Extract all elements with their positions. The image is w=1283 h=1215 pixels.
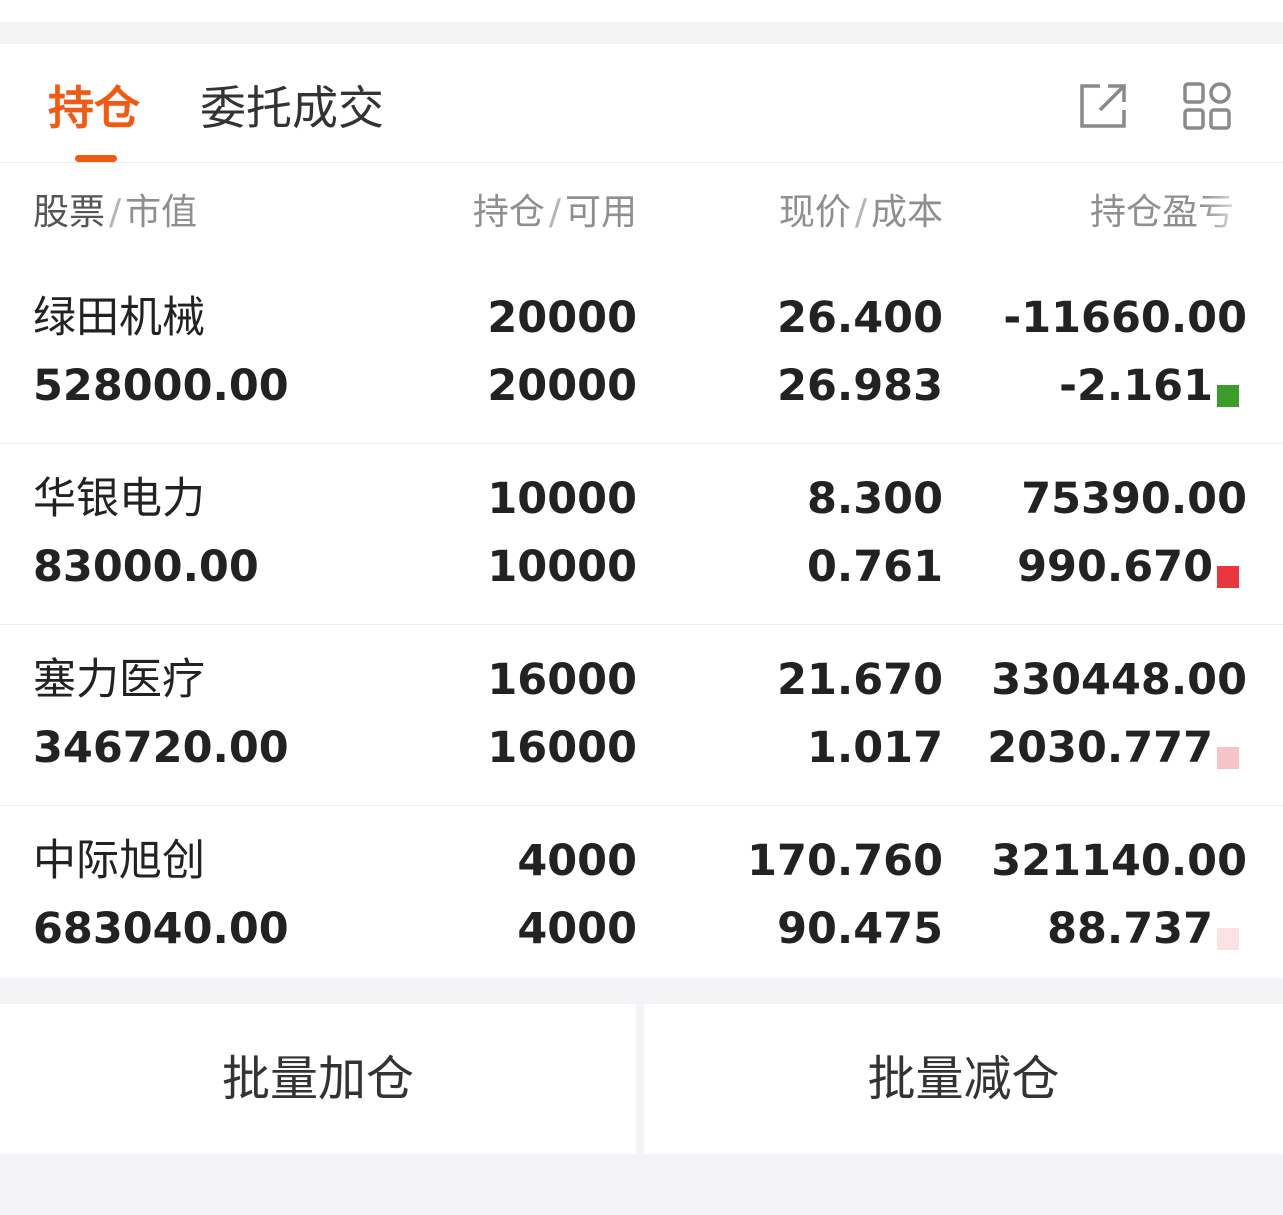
column-price-secondary: 成本	[870, 192, 943, 233]
holdings-panel: 持仓 委托成交 股票 / 市值 持仓 / 可用 现价 / 成本 持仓盈亏 绿田机…	[0, 44, 1283, 978]
column-separator: /	[854, 192, 867, 233]
holding-row[interactable]: 塞力医疗 346720.00 16000 16000 21.670 1.017 …	[0, 625, 1283, 806]
available-qty: 4000	[517, 904, 637, 954]
batch-action-bar: 批量加仓 批量减仓	[0, 1004, 1283, 1154]
holdings-page: 持仓 委托成交 股票 / 市值 持仓 / 可用 现价 / 成本 持仓盈亏 绿田机…	[0, 0, 1283, 1215]
current-price: 21.670	[777, 655, 943, 705]
batch-add-button[interactable]: 批量加仓	[0, 1004, 636, 1154]
stock-name: 中际旭创	[33, 836, 205, 886]
tab-orders-trades[interactable]: 委托成交	[200, 78, 384, 138]
pnl-percent: 88.737	[1047, 904, 1213, 954]
cost-price: 1.017	[806, 723, 943, 773]
grid-icon-glyph	[1183, 82, 1231, 130]
batch-reduce-button[interactable]: 批量减仓	[644, 1004, 1283, 1154]
position-qty: 20000	[487, 293, 637, 343]
available-qty: 10000	[487, 542, 637, 592]
column-price[interactable]: 现价 / 成本	[779, 191, 943, 235]
pnl-percent: 2030.777	[987, 723, 1213, 773]
current-price: 170.760	[747, 836, 943, 886]
share-icon-glyph	[1080, 84, 1126, 128]
column-pnl-label: 持仓盈亏	[1090, 192, 1235, 233]
column-stock-secondary: 市值	[125, 192, 198, 233]
available-qty: 20000	[487, 361, 637, 411]
position-qty: 10000	[487, 474, 637, 524]
column-stock[interactable]: 股票 / 市值	[33, 191, 197, 235]
stock-name: 塞力医疗	[33, 655, 205, 705]
current-price: 8.300	[806, 474, 943, 524]
holding-row[interactable]: 华银电力 83000.00 10000 10000 8.300 0.761 75…	[0, 444, 1283, 625]
position-pnl: 321140.00	[991, 836, 1247, 886]
column-position-primary: 持仓	[472, 192, 545, 233]
cost-price: 26.983	[777, 361, 943, 411]
position-pnl: -11660.00	[1003, 293, 1247, 343]
gain-marker-icon	[1217, 747, 1239, 769]
gain-marker-icon	[1217, 566, 1239, 588]
stock-name: 华银电力	[33, 474, 205, 524]
column-position-secondary: 可用	[564, 192, 637, 233]
tab-bar: 持仓 委托成交	[0, 44, 1283, 163]
market-value: 683040.00	[33, 904, 289, 954]
market-value: 528000.00	[33, 361, 289, 411]
column-pnl[interactable]: 持仓盈亏	[1090, 191, 1250, 235]
position-pnl: 330448.00	[991, 655, 1247, 705]
active-tab-indicator	[75, 155, 117, 162]
market-value: 346720.00	[33, 723, 289, 773]
column-price-primary: 现价	[778, 192, 851, 233]
position-qty: 4000	[517, 836, 637, 886]
tab-holdings[interactable]: 持仓	[48, 78, 140, 138]
available-qty: 16000	[487, 723, 637, 773]
market-value: 83000.00	[33, 542, 259, 592]
loss-marker-icon	[1217, 385, 1239, 407]
column-separator: /	[548, 192, 561, 233]
column-separator: /	[109, 192, 122, 233]
top-band	[0, 0, 1283, 22]
pnl-percent: 990.670	[1017, 542, 1213, 592]
column-stock-primary: 股票	[33, 192, 106, 233]
position-pnl: 75390.00	[1021, 474, 1247, 524]
position-qty: 16000	[487, 655, 637, 705]
column-header: 股票 / 市值 持仓 / 可用 现价 / 成本 持仓盈亏	[0, 163, 1283, 263]
current-price: 26.400	[777, 293, 943, 343]
column-position[interactable]: 持仓 / 可用	[473, 191, 637, 235]
holding-row[interactable]: 中际旭创 683040.00 4000 4000 170.760 90.475 …	[0, 806, 1283, 986]
stock-name: 绿田机械	[33, 293, 205, 343]
cost-price: 0.761	[806, 542, 943, 592]
grid-icon[interactable]	[1181, 80, 1233, 132]
cost-price: 90.475	[777, 904, 943, 954]
holdings-list: 绿田机械 528000.00 20000 20000 26.400 26.983…	[0, 263, 1283, 986]
gain-marker-icon	[1217, 928, 1239, 950]
holding-row[interactable]: 绿田机械 528000.00 20000 20000 26.400 26.983…	[0, 263, 1283, 444]
pnl-percent: -2.161	[1059, 361, 1213, 411]
share-icon[interactable]	[1078, 80, 1130, 132]
